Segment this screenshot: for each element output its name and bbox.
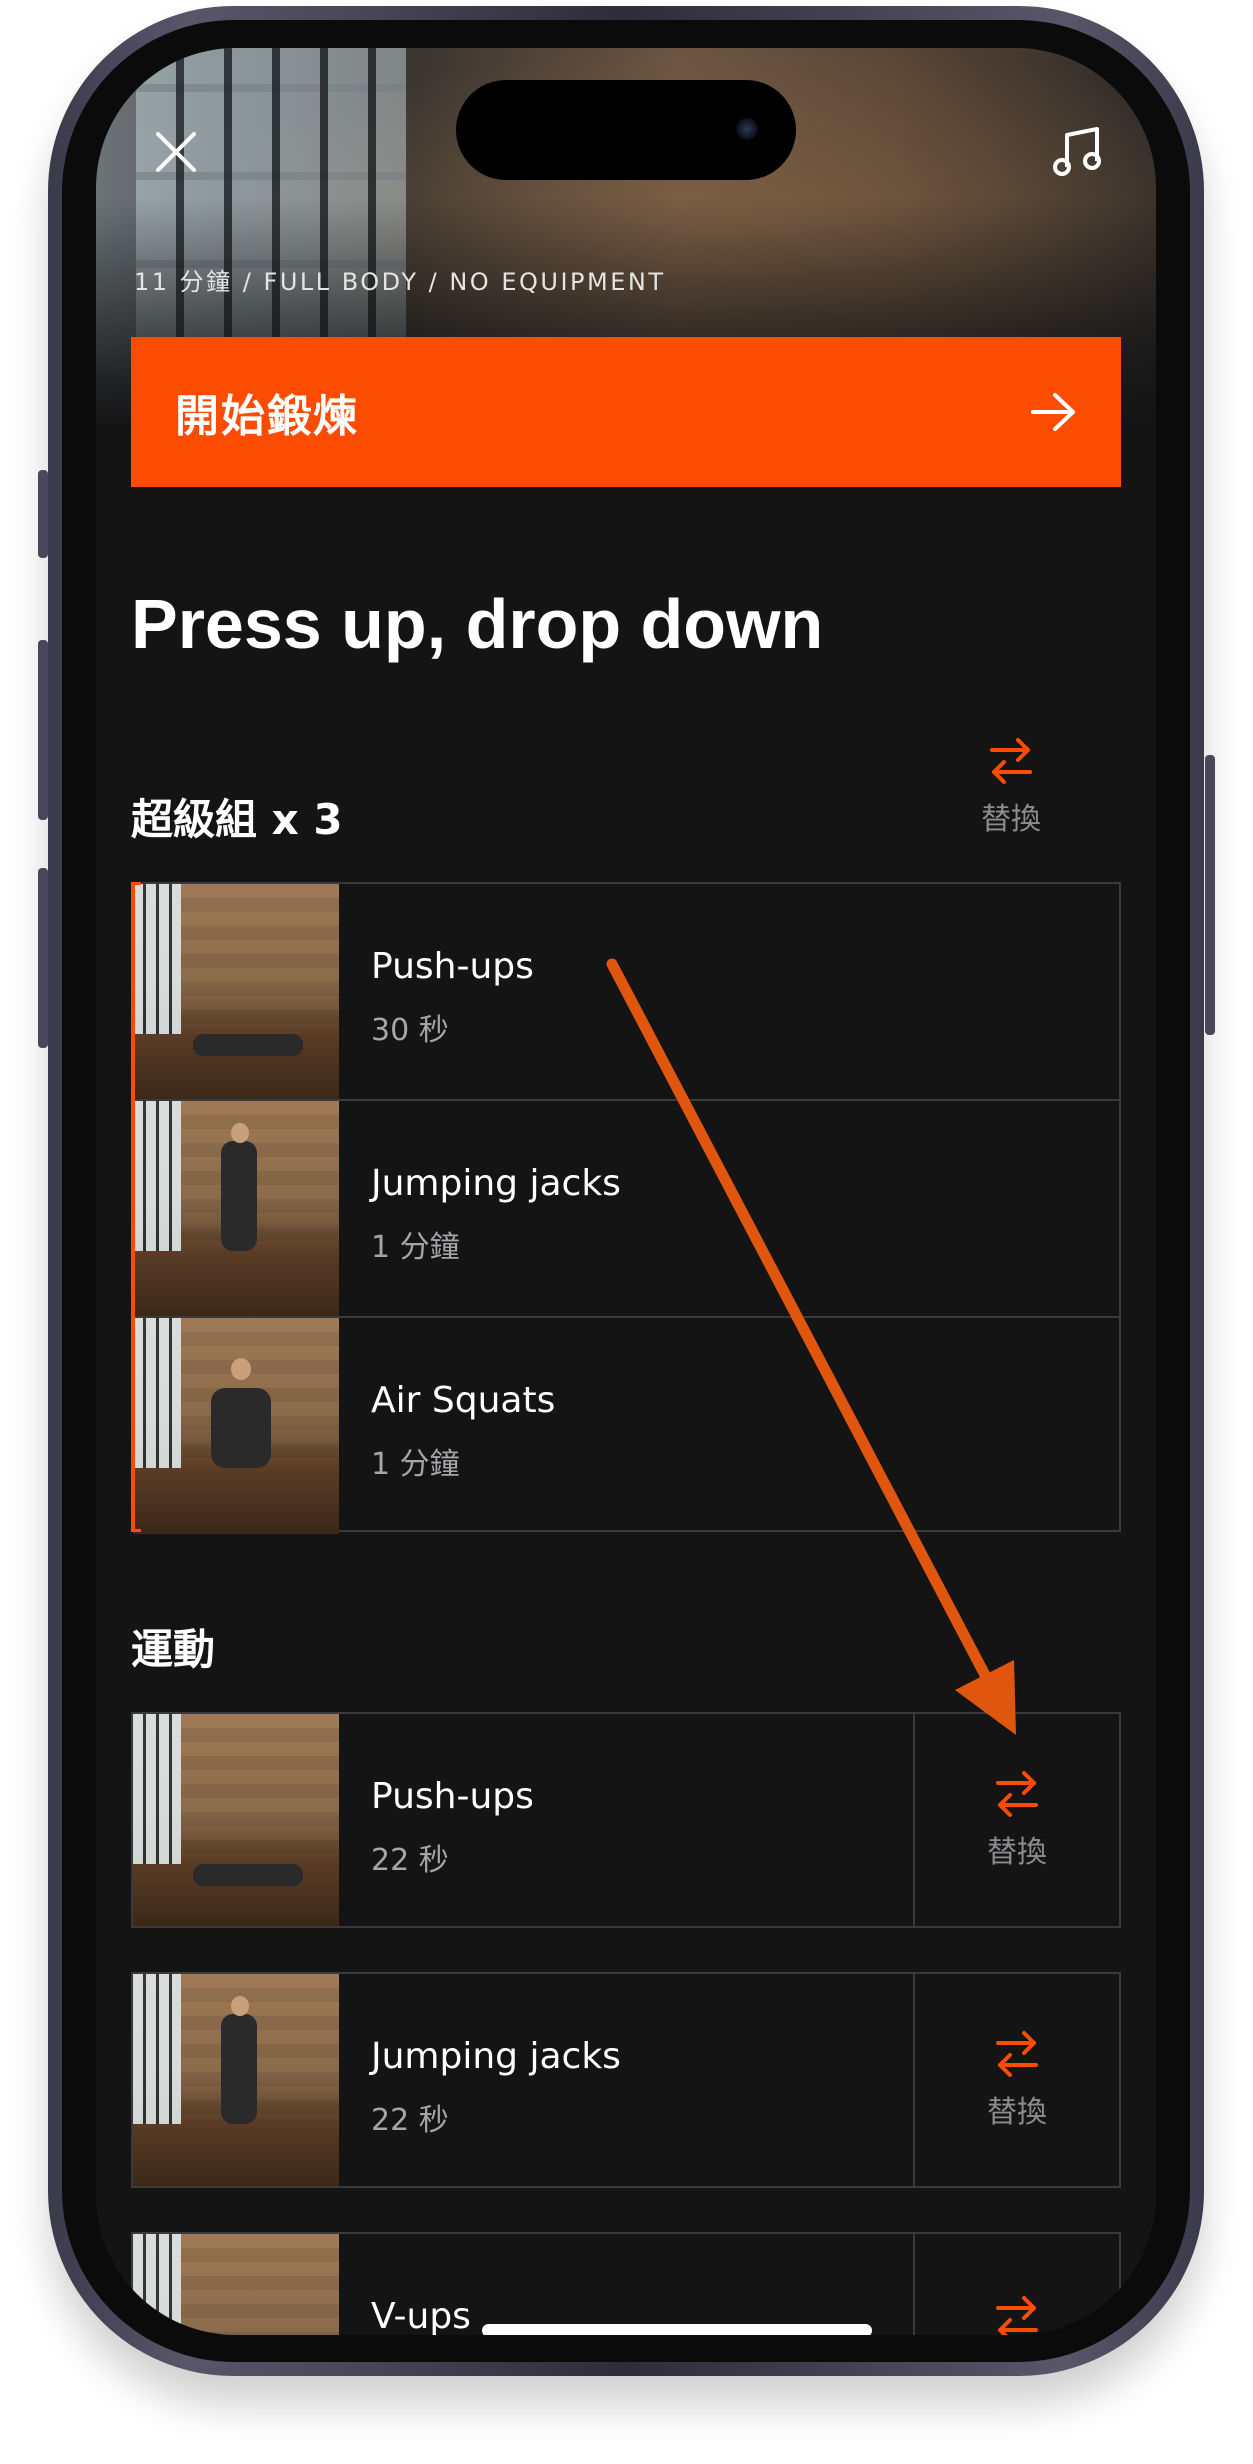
superset-title: 超級組 x 3	[131, 795, 343, 844]
exercise-item-jumping-jacks[interactable]: Jumping jacks 22 秒 替換	[131, 1972, 1121, 2188]
exercise-name: Air Squats	[371, 1380, 556, 1421]
music-note-icon	[1053, 127, 1101, 176]
superset-swap-button[interactable]: 替換	[966, 736, 1056, 838]
exercise-name: Jumping jacks	[371, 1163, 621, 1204]
app-screen: 11 分鐘 / FULL BODY / NO EQUIPMENT 開始鍛煉 Pr…	[96, 48, 1156, 2335]
close-button[interactable]	[144, 120, 208, 184]
exercise-thumbnail	[133, 1974, 339, 2186]
exercise-thumbnail	[133, 884, 339, 1100]
swap-arrows-icon	[996, 2296, 1038, 2335]
exercise-duration: 1 分鐘	[371, 1230, 460, 1265]
exercise-duration: 22 秒	[371, 1843, 449, 1878]
exercise-duration: 1 分鐘	[371, 1447, 460, 1482]
swap-label: 替換	[987, 2095, 1047, 2130]
exercise-duration: 30 秒	[371, 1013, 449, 1048]
swap-arrows-icon	[996, 2031, 1038, 2077]
swap-button[interactable]: 替換	[913, 1714, 1119, 1926]
exercise-item-push-ups[interactable]: Push-ups 22 秒 替換	[131, 1712, 1121, 1928]
swap-button[interactable]: 替換	[913, 1974, 1119, 2186]
volume-up-button	[38, 640, 48, 820]
swap-arrows-icon	[990, 738, 1032, 784]
arrow-right-icon	[1031, 393, 1075, 431]
swap-arrows-icon	[996, 1771, 1038, 1817]
exercise-duration: 22 秒	[371, 2103, 449, 2138]
start-workout-button[interactable]: 開始鍛煉	[131, 337, 1121, 487]
volume-down-button	[38, 868, 48, 1048]
power-button	[1205, 755, 1215, 1035]
start-workout-label: 開始鍛煉	[175, 391, 359, 442]
swap-button[interactable]	[913, 2234, 1119, 2335]
superset-bracket	[131, 882, 141, 1532]
workout-meta: 11 分鐘 / FULL BODY / NO EQUIPMENT	[134, 268, 666, 296]
close-icon	[156, 132, 196, 172]
exercises-section-title: 運動	[131, 1625, 216, 1674]
dynamic-island	[456, 80, 796, 180]
exercise-thumbnail	[133, 1714, 339, 1926]
exercise-thumbnail	[133, 2234, 339, 2335]
exercise-item-v-ups[interactable]: V-ups	[131, 2232, 1121, 2335]
workout-title: Press up, drop down	[131, 585, 824, 663]
superset-item-jumping-jacks[interactable]: Jumping jacks 1 分鐘	[133, 1101, 1119, 1317]
superset-item-air-squats[interactable]: Air Squats 1 分鐘	[133, 1318, 1119, 1534]
music-button[interactable]	[1046, 120, 1110, 184]
superset-swap-label: 替換	[981, 802, 1041, 837]
swap-label: 替換	[987, 1835, 1047, 1870]
exercise-name: Push-ups	[371, 946, 534, 987]
exercise-name: Jumping jacks	[371, 2036, 621, 2077]
exercise-thumbnail	[133, 1101, 339, 1317]
exercise-name: Push-ups	[371, 1776, 534, 1817]
home-indicator	[482, 2324, 872, 2335]
exercise-name: V-ups	[371, 2296, 471, 2335]
exercise-thumbnail	[133, 1318, 339, 1534]
superset-list: Push-ups 30 秒 Jumping jacks 1 分鐘 Air Squ…	[131, 882, 1121, 1534]
superset-item-push-ups[interactable]: Push-ups 30 秒	[133, 884, 1119, 1100]
silent-switch	[38, 470, 48, 558]
